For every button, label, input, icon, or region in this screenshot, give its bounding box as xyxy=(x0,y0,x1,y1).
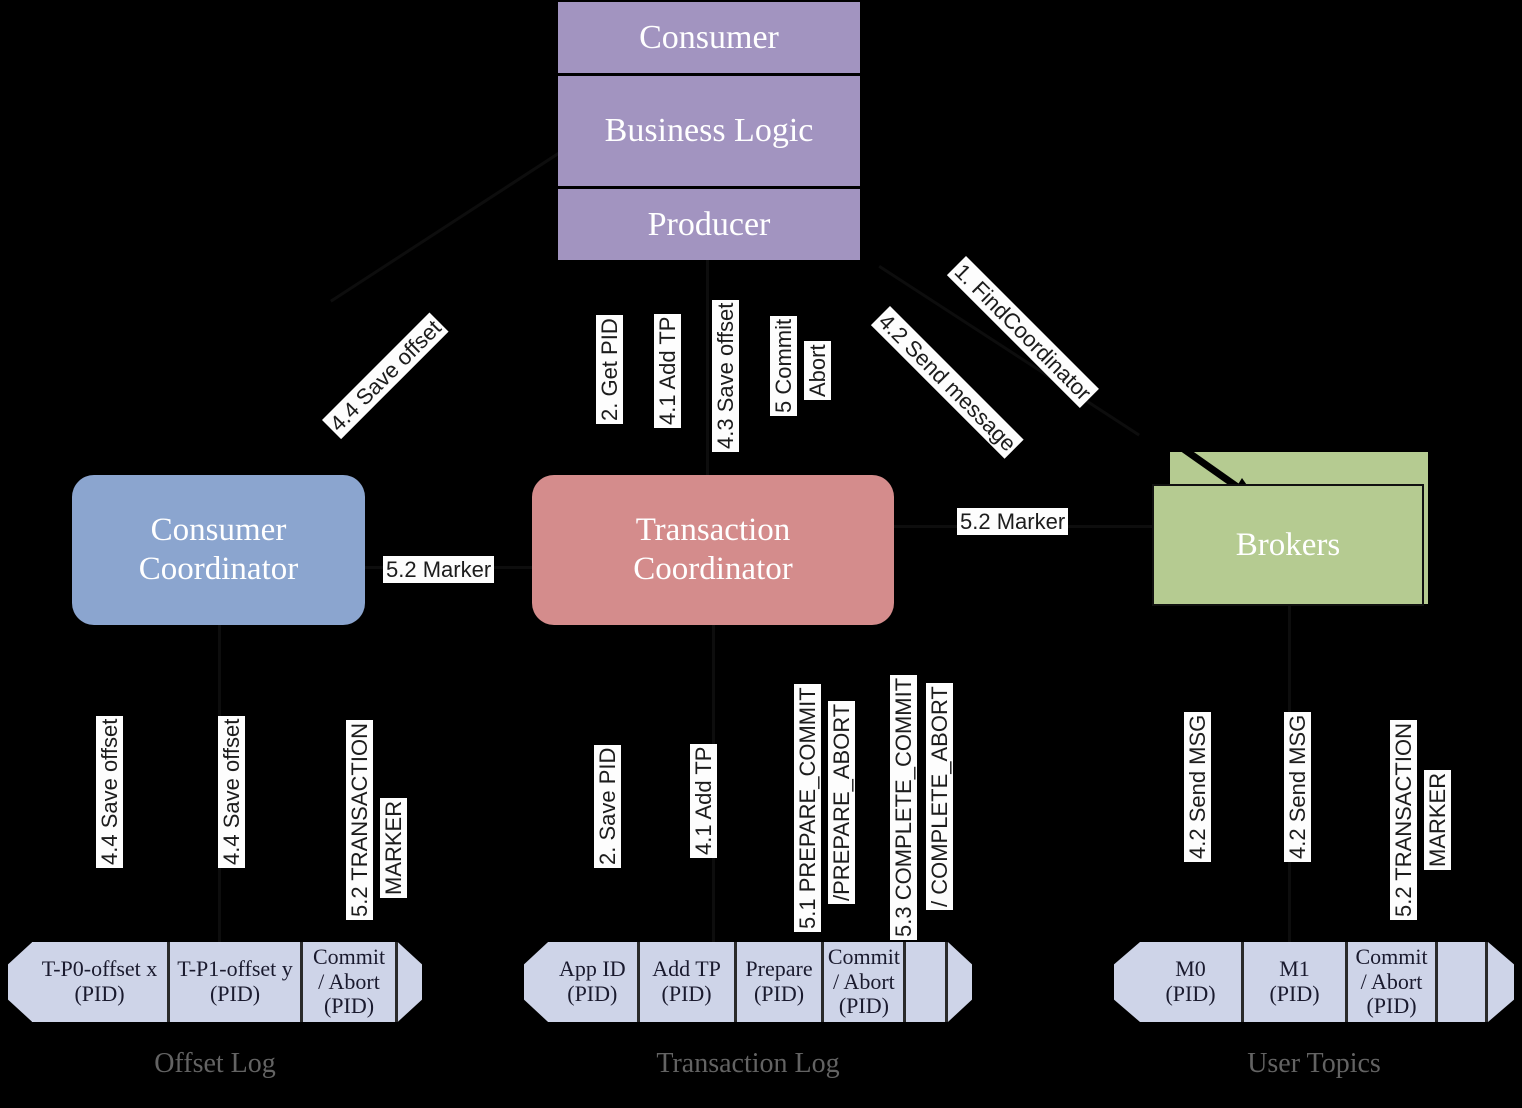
transaction-log-cell[interactable]: Add TP (PID) xyxy=(639,942,737,1022)
app-segment-business-logic-label: Business Logic xyxy=(604,112,814,149)
transaction-log-cell[interactable]: Prepare (PID) xyxy=(736,942,825,1022)
cell-line1: T-P1-offset y xyxy=(177,956,293,982)
app-segment-consumer[interactable]: Consumer xyxy=(558,2,860,76)
cell-line1: Prepare xyxy=(745,956,813,982)
transaction-log-cell-empty[interactable] xyxy=(906,942,948,1022)
label-save-offset-diagonal: 4.4 Save offset xyxy=(322,312,449,440)
user-topics-cell[interactable]: Commit / Abort (PID) xyxy=(1348,942,1438,1022)
cell-line1: M0 xyxy=(1175,956,1206,982)
consumer-coordinator-label-line2: Coordinator xyxy=(138,551,299,587)
cell-line2: (PID) xyxy=(74,981,125,1006)
app-segment-consumer-label: Consumer xyxy=(639,18,779,56)
label-offset-marker: MARKER xyxy=(380,797,408,898)
user-topics-caption: User Topics xyxy=(1247,1048,1381,1079)
cell-line2: (PID) xyxy=(661,981,712,1006)
cell-line3: (PID) xyxy=(1366,993,1417,1019)
transaction-log-caption: Transaction Log xyxy=(656,1048,840,1079)
user-topics-cell[interactable]: M1 (PID) xyxy=(1244,942,1348,1022)
label-abort: Abort xyxy=(804,341,832,400)
offset-log-row: T-P0-offset x (PID) T-P1-offset y (PID) … xyxy=(8,942,422,1022)
cell-line1: Add TP xyxy=(652,956,721,982)
brokers-box[interactable]: Brokers xyxy=(1152,484,1424,606)
label-txn-complete-commit: 5.3 COMPLETE_COMMIT xyxy=(890,674,918,940)
transaction-coordinator-label-line1: Transaction xyxy=(635,512,791,549)
offset-log-caption: Offset Log xyxy=(154,1048,276,1079)
user-topics-cap-right xyxy=(1488,942,1514,1022)
label-marker-left: 5.2 Marker xyxy=(383,556,495,584)
app-segment-producer-label: Producer xyxy=(647,205,771,243)
user-topics-row: M0 (PID) M1 (PID) Commit / Abort (PID) xyxy=(1114,942,1514,1022)
consumer-coordinator-label-line1: Consumer xyxy=(150,512,287,549)
connector-app-to-consumer-coord xyxy=(330,142,575,303)
cell-line1: Commit xyxy=(827,944,900,970)
user-topics-cell[interactable]: M0 (PID) xyxy=(1140,942,1244,1022)
cell-line1: T-P0-offset x xyxy=(41,956,158,982)
application-stack: Consumer Business Logic Producer xyxy=(558,2,860,260)
transaction-log-cap-right xyxy=(947,942,972,1022)
cell-line1: App ID xyxy=(559,956,626,982)
offset-log-cell[interactable]: T-P1-offset y (PID) xyxy=(169,942,304,1022)
diagram-canvas: Consumer Business Logic Producer Consume… xyxy=(0,0,1522,1108)
user-topics-cell-empty[interactable] xyxy=(1438,942,1488,1022)
label-txn-prepare-abort: /PREPARE_ABORT xyxy=(828,700,856,904)
label-user-transaction: 5.2 TRANSACTION xyxy=(1390,720,1418,920)
label-txn-save-pid: 2. Save PID xyxy=(594,744,622,868)
transaction-log-cell[interactable]: Commit / Abort (PID) xyxy=(824,942,907,1022)
cell-line2: (PID) xyxy=(1165,981,1216,1006)
transaction-log-row: App ID (PID) Add TP (PID) Prepare (PID) … xyxy=(524,942,972,1022)
cell-line2: (PID) xyxy=(1269,981,1320,1006)
app-segment-business-logic[interactable]: Business Logic xyxy=(558,76,860,189)
connector-app-to-txn xyxy=(706,260,709,478)
label-user-send-msg-1: 4.2 Send MSG xyxy=(1184,711,1212,862)
cell-line2: (PID) xyxy=(209,981,261,1006)
label-add-tp: 4.1 Add TP xyxy=(654,313,682,428)
cell-line2: / Abort xyxy=(1360,968,1423,994)
label-save-offset-top: 4.3 Save offset xyxy=(712,299,740,452)
cell-line2: / Abort xyxy=(833,968,895,994)
label-user-marker: MARKER xyxy=(1424,769,1452,870)
cell-line1: Commit xyxy=(312,944,386,970)
transaction-log-cap-left xyxy=(524,942,549,1022)
transaction-coordinator-label-line2: Coordinator xyxy=(633,551,793,587)
label-offset-save-1: 4.4 Save offset xyxy=(96,715,124,868)
transaction-coordinator-box[interactable]: Transaction Coordinator xyxy=(532,475,894,625)
label-get-pid: 2. Get PID xyxy=(596,315,624,424)
label-txn-prepare-commit: 5.1 PREPARE_COMMIT xyxy=(794,684,822,932)
cell-line2: (PID) xyxy=(567,981,618,1006)
label-marker-right: 5.2 Marker xyxy=(957,508,1069,536)
offset-log-cap-left xyxy=(8,942,33,1022)
cell-line2: / Abort xyxy=(318,968,380,994)
cell-line1: M1 xyxy=(1279,956,1310,982)
label-commit: 5 Commit xyxy=(770,315,798,416)
label-txn-complete-abort: / COMPLETE_ABORT xyxy=(926,683,954,910)
label-txn-add-tp: 4.1 Add TP xyxy=(690,743,718,858)
user-topics-cap-left xyxy=(1114,942,1140,1022)
offset-log-cell[interactable]: T-P0-offset x (PID) xyxy=(32,942,170,1022)
label-offset-save-2: 4.4 Save offset xyxy=(218,715,246,868)
offset-log-cap-right xyxy=(397,942,422,1022)
offset-log-cell[interactable]: Commit / Abort (PID) xyxy=(303,942,398,1022)
label-user-send-msg-2: 4.2 Send MSG xyxy=(1284,711,1312,862)
transaction-log-cell[interactable]: App ID (PID) xyxy=(548,942,640,1022)
label-offset-transaction: 5.2 TRANSACTION xyxy=(346,720,374,920)
cell-line1: Commit xyxy=(1355,944,1428,970)
cell-line2: (PID) xyxy=(753,981,805,1006)
brokers-label: Brokers xyxy=(1235,526,1341,563)
cell-line3: (PID) xyxy=(838,993,889,1019)
app-segment-producer[interactable]: Producer xyxy=(558,189,860,260)
cell-line3: (PID) xyxy=(323,993,375,1019)
consumer-coordinator-box[interactable]: Consumer Coordinator xyxy=(72,475,365,625)
